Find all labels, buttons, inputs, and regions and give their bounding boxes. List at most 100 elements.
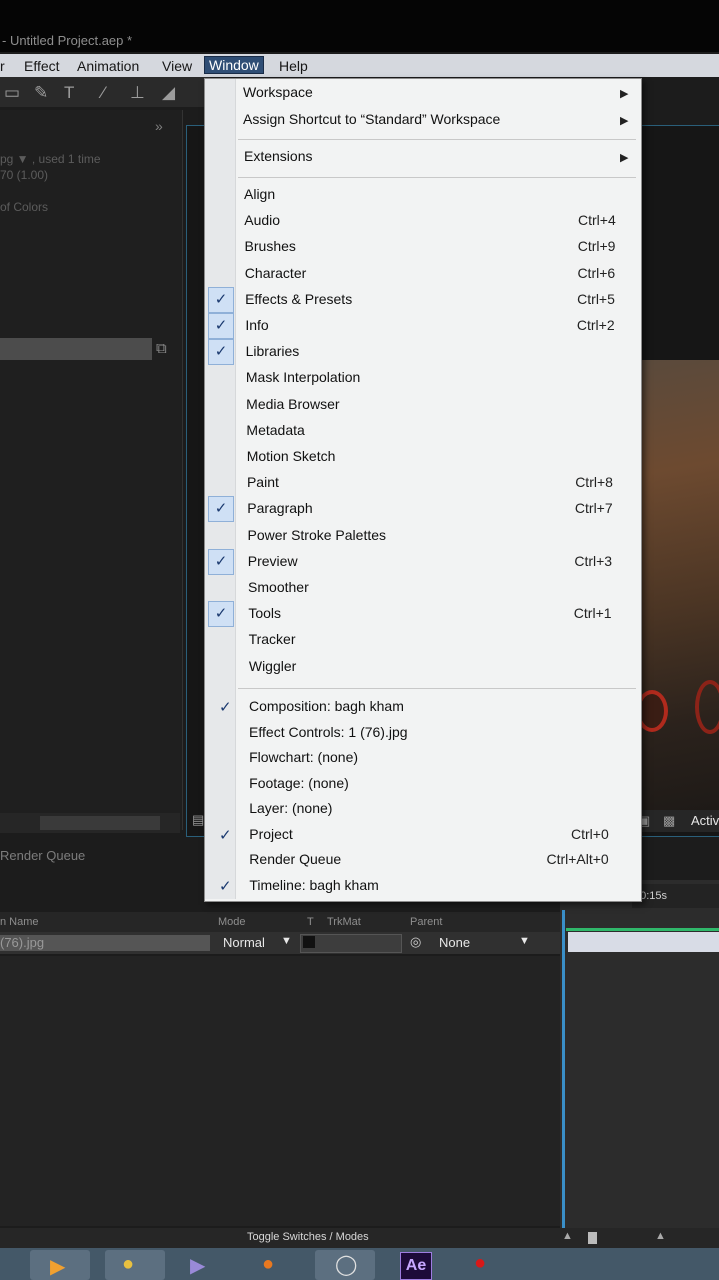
- dropdown-arrow-icon[interactable]: ▼: [519, 935, 530, 947]
- menu-edit-partial[interactable]: r: [0, 58, 5, 74]
- preserve-transparency-checkbox[interactable]: [303, 936, 315, 948]
- checkmark-icon: ✓: [208, 601, 234, 628]
- checkmark-icon: ✓: [208, 339, 234, 366]
- submenu-arrow-icon: ▶: [620, 152, 629, 164]
- pen-tool-icon[interactable]: ✎: [34, 83, 48, 103]
- project-scrollbar-thumb[interactable]: [40, 816, 160, 830]
- menu-item-effect-controls-1-76-jpg[interactable]: Effect Controls: 1 (76).jpg: [249, 724, 407, 740]
- footage-dims-line: 70 (1.00): [0, 168, 49, 182]
- zoom-slider-handle[interactable]: [588, 1232, 597, 1244]
- checkmark-icon: ✓: [219, 826, 232, 844]
- rectangle-tool-icon[interactable]: ▭: [4, 83, 20, 103]
- menu-item-paragraph[interactable]: Paragraph: [247, 500, 312, 516]
- chat-app-icon: ●: [122, 1253, 135, 1275]
- project-panel: pg ▼ , used 1 time 70 (1.00) of Colors: [0, 110, 183, 830]
- menu-item-mask-interpolation[interactable]: Mask Interpolation: [246, 369, 360, 385]
- column-mode[interactable]: Mode: [218, 916, 246, 928]
- menu-item-composition-bagh-kham[interactable]: Composition: bagh kham: [249, 698, 404, 714]
- checkmark-icon: ✓: [208, 286, 234, 313]
- parent-pickwhip-icon[interactable]: ◎: [410, 934, 421, 950]
- window-title: - Untitled Project.aep *: [2, 33, 133, 48]
- menu-item-libraries[interactable]: Libraries: [246, 343, 300, 359]
- trkmat-field[interactable]: [300, 934, 402, 953]
- checkmark-icon: ✓: [208, 548, 234, 575]
- layer-duration-bar[interactable]: [568, 932, 719, 952]
- menu-item-metadata[interactable]: Metadata: [246, 422, 304, 438]
- column-t[interactable]: T: [307, 916, 314, 928]
- menu-bar: r Effect Animation View Window Help: [0, 54, 719, 77]
- menu-check-gutter: [205, 79, 236, 899]
- flowchart-icon[interactable]: ⧉: [156, 340, 167, 357]
- record-app-icon[interactable]: ●: [474, 1252, 486, 1275]
- playhead[interactable]: [562, 910, 565, 1230]
- viewer-snapshot-icon[interactable]: ▤: [192, 812, 204, 828]
- footage-info-line: pg ▼ , used 1 time: [0, 152, 101, 166]
- menu-item-render-queue[interactable]: Render Queue: [249, 851, 341, 867]
- shortcut-info: Ctrl+2: [576, 317, 615, 333]
- menu-view[interactable]: View: [162, 58, 192, 74]
- shortcut-tools: Ctrl+1: [573, 605, 612, 622]
- menu-item-power-stroke-palettes[interactable]: Power Stroke Palettes: [248, 527, 387, 543]
- menu-item-assign-shortcut[interactable]: Assign Shortcut to “Standard” Workspace: [243, 111, 500, 127]
- column-parent[interactable]: Parent: [410, 916, 442, 928]
- brush-tool-icon[interactable]: ⁄: [102, 83, 105, 103]
- layer-name[interactable]: (76).jpg: [0, 935, 210, 951]
- vs-app-icon[interactable]: ▶: [190, 1253, 205, 1278]
- menu-item-smoother[interactable]: Smoother: [248, 579, 309, 595]
- column-trkmat[interactable]: TrkMat: [327, 916, 361, 928]
- menu-item-flowchart-none[interactable]: Flowchart: (none): [249, 749, 358, 765]
- menu-item-wiggler[interactable]: Wiggler: [249, 658, 296, 674]
- work-area-bar[interactable]: [566, 928, 719, 931]
- menu-item-motion-sketch[interactable]: Motion Sketch: [247, 448, 336, 464]
- menu-item-workspace[interactable]: Workspace: [243, 84, 313, 100]
- shortcut-character: Ctrl+6: [577, 264, 616, 281]
- zoom-out-icon[interactable]: ▲: [562, 1230, 573, 1242]
- dropdown-arrow-icon[interactable]: ▼: [281, 935, 292, 947]
- shortcut-preview: Ctrl+3: [574, 552, 613, 569]
- taskbar-app-2[interactable]: [105, 1250, 165, 1280]
- menu-item-project[interactable]: Project: [249, 826, 293, 842]
- zoom-in-icon[interactable]: ▲: [655, 1230, 666, 1242]
- firefox-icon[interactable]: ●: [262, 1253, 274, 1276]
- menu-item-info[interactable]: Info: [245, 317, 268, 333]
- type-tool-icon[interactable]: T: [64, 83, 74, 103]
- menu-item-align[interactable]: Align: [244, 186, 275, 202]
- shortcut-render-queue: Ctrl+Alt+0: [546, 851, 609, 867]
- panel-expand-chevron-icon[interactable]: »: [155, 118, 163, 134]
- menu-item-brushes[interactable]: Brushes: [245, 238, 296, 254]
- column-source-name[interactable]: n Name: [0, 916, 39, 928]
- menu-item-preview[interactable]: Preview: [248, 553, 298, 569]
- menu-item-effects-presets[interactable]: Effects & Presets: [245, 291, 352, 307]
- menu-separator: [238, 139, 636, 140]
- active-camera-label[interactable]: Activ: [691, 813, 719, 828]
- shortcut-brushes: Ctrl+9: [577, 238, 616, 255]
- shortcut-audio: Ctrl+4: [578, 212, 616, 229]
- tab-render-queue[interactable]: Render Queue: [0, 848, 85, 863]
- media-player-icon: ▶: [50, 1256, 66, 1278]
- stamp-tool-icon[interactable]: ⊥: [130, 83, 145, 103]
- menu-item-character[interactable]: Character: [245, 265, 306, 281]
- toggle-switches-modes-button[interactable]: Toggle Switches / Modes: [247, 1231, 369, 1243]
- after-effects-icon[interactable]: Ae: [400, 1252, 432, 1280]
- menu-item-layer-none[interactable]: Layer: (none): [249, 800, 332, 816]
- menu-item-tracker[interactable]: Tracker: [249, 631, 296, 647]
- layer-mode-select[interactable]: Normal: [223, 935, 265, 950]
- menu-animation[interactable]: Animation: [77, 58, 139, 74]
- project-search-bar[interactable]: [0, 338, 152, 360]
- menu-item-audio[interactable]: Audio: [244, 212, 280, 228]
- menu-window[interactable]: Window: [204, 56, 264, 74]
- shortcut-paint: Ctrl+8: [575, 474, 613, 491]
- menu-item-tools[interactable]: Tools: [248, 605, 281, 621]
- menu-item-footage-none[interactable]: Footage: (none): [249, 775, 349, 791]
- layer-parent-select[interactable]: None: [439, 935, 470, 950]
- menu-separator: [238, 688, 636, 689]
- menu-item-paint[interactable]: Paint: [247, 474, 279, 490]
- menu-item-media-browser[interactable]: Media Browser: [246, 396, 339, 412]
- eraser-tool-icon[interactable]: ◢: [162, 83, 175, 103]
- transparency-grid-icon[interactable]: ▩: [663, 813, 675, 829]
- menu-help[interactable]: Help: [279, 58, 308, 74]
- menu-effect[interactable]: Effect: [24, 58, 60, 74]
- menu-item-extensions[interactable]: Extensions: [244, 148, 312, 164]
- menu-item-timeline-bagh-kham[interactable]: Timeline: bagh kham: [249, 877, 378, 893]
- timeline-layers-area[interactable]: [0, 956, 560, 1226]
